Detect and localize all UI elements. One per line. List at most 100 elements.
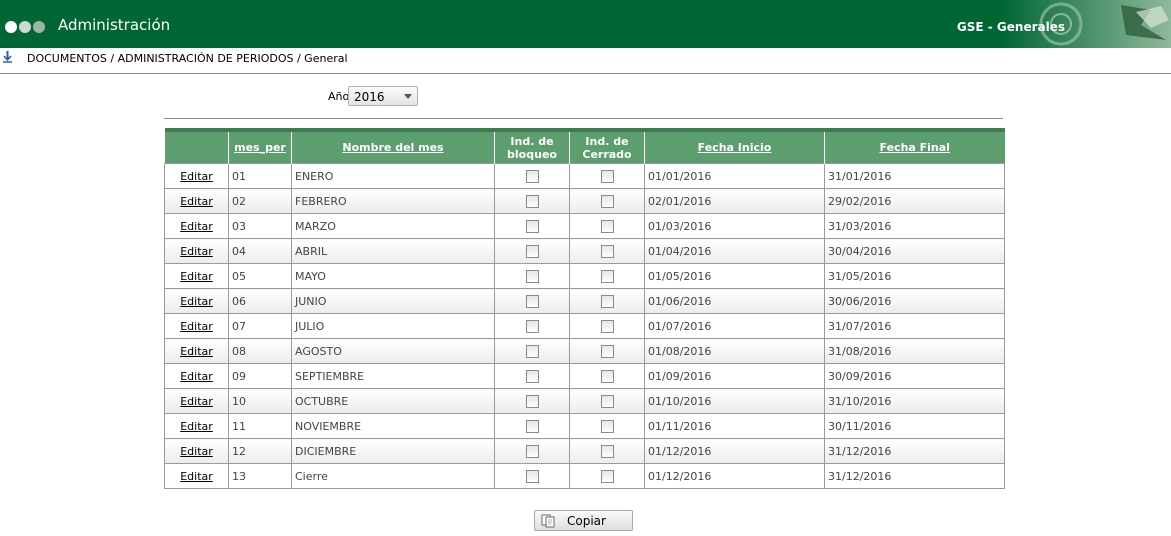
edit-link[interactable]: Editar <box>180 445 213 458</box>
bloqueo-checkbox[interactable] <box>525 419 539 433</box>
header-line: Ind. de <box>585 134 629 148</box>
cell-fecha-inicio: 01/12/2016 <box>644 438 825 464</box>
cerrado-checkbox[interactable] <box>600 469 614 483</box>
table-row: Editar 06 JUNIO 01/06/2016 30/06/2016 <box>164 288 1005 314</box>
column-header-mes-per[interactable]: mes_per <box>228 128 292 164</box>
edit-link[interactable]: Editar <box>180 170 213 183</box>
cerrado-checkbox[interactable] <box>600 244 614 258</box>
edit-link[interactable]: Editar <box>180 195 213 208</box>
cell-edit: Editar <box>164 438 229 464</box>
cerrado-checkbox[interactable] <box>600 169 614 183</box>
copy-button[interactable]: Copiar <box>534 510 633 531</box>
cell-fecha-final: 29/02/2016 <box>824 188 1005 214</box>
cell-nombre: OCTUBRE <box>291 388 495 414</box>
sort-link-fecha-inicio[interactable]: Fecha Inicio <box>698 141 772 154</box>
cell-ind-cerrado <box>569 413 645 439</box>
column-header-actions <box>164 128 229 164</box>
cerrado-checkbox[interactable] <box>600 444 614 458</box>
year-select[interactable]: 2016 <box>348 86 418 106</box>
table-row: Editar 11 NOVIEMBRE 01/11/2016 30/11/2016 <box>164 413 1005 439</box>
cerrado-checkbox[interactable] <box>600 319 614 333</box>
edit-link[interactable]: Editar <box>180 420 213 433</box>
edit-link[interactable]: Editar <box>180 270 213 283</box>
cell-edit: Editar <box>164 238 229 264</box>
cerrado-checkbox[interactable] <box>600 419 614 433</box>
bloqueo-checkbox[interactable] <box>525 194 539 208</box>
cell-mes-per: 07 <box>228 313 292 339</box>
cell-mes-per: 10 <box>228 388 292 414</box>
bloqueo-checkbox[interactable] <box>525 244 539 258</box>
bloqueo-checkbox[interactable] <box>525 444 539 458</box>
cell-fecha-final: 31/03/2016 <box>824 213 1005 239</box>
cell-ind-bloqueo <box>494 163 570 189</box>
bloqueo-checkbox[interactable] <box>525 344 539 358</box>
bloqueo-checkbox[interactable] <box>525 394 539 408</box>
edit-link[interactable]: Editar <box>180 470 213 483</box>
table-body: Editar 01 ENERO 01/01/2016 31/01/2016 Editar 0… <box>164 163 1005 489</box>
cerrado-checkbox[interactable] <box>600 344 614 358</box>
cell-fecha-final: 30/06/2016 <box>824 288 1005 314</box>
dot-icon <box>5 21 17 33</box>
cerrado-checkbox[interactable] <box>600 219 614 233</box>
column-header-fecha-final[interactable]: Fecha Final <box>824 128 1005 164</box>
cell-mes-per: 12 <box>228 438 292 464</box>
cell-mes-per: 06 <box>228 288 292 314</box>
edit-link[interactable]: Editar <box>180 345 213 358</box>
copy-documents-icon <box>541 514 555 528</box>
cell-fecha-inicio: 01/03/2016 <box>644 213 825 239</box>
divider <box>164 118 1003 119</box>
cell-ind-cerrado <box>569 213 645 239</box>
edit-link[interactable]: Editar <box>180 295 213 308</box>
bloqueo-checkbox[interactable] <box>525 169 539 183</box>
cell-fecha-inicio: 01/07/2016 <box>644 313 825 339</box>
bloqueo-checkbox[interactable] <box>525 294 539 308</box>
bloqueo-checkbox[interactable] <box>525 269 539 283</box>
sort-link-mes-per[interactable]: mes_per <box>234 141 286 154</box>
table-row: Editar 09 SEPTIEMBRE 01/09/2016 30/09/2016 <box>164 363 1005 389</box>
column-header-fecha-inicio[interactable]: Fecha Inicio <box>644 128 825 164</box>
bloqueo-checkbox[interactable] <box>525 469 539 483</box>
cell-nombre: AGOSTO <box>291 338 495 364</box>
edit-link[interactable]: Editar <box>180 395 213 408</box>
column-header-nombre[interactable]: Nombre del mes <box>291 128 495 164</box>
cell-fecha-inicio: 01/08/2016 <box>644 338 825 364</box>
breadcrumb-path: DOCUMENTOS / ADMINISTRACIÓN DE PERIODOS … <box>27 52 348 65</box>
cell-mes-per: 09 <box>228 363 292 389</box>
cell-ind-bloqueo <box>494 363 570 389</box>
bloqueo-checkbox[interactable] <box>525 219 539 233</box>
cell-nombre: ABRIL <box>291 238 495 264</box>
bloqueo-checkbox[interactable] <box>525 369 539 383</box>
cell-mes-per: 02 <box>228 188 292 214</box>
edit-link[interactable]: Editar <box>180 370 213 383</box>
cell-mes-per: 01 <box>228 163 292 189</box>
cell-ind-bloqueo <box>494 413 570 439</box>
column-header-ind-bloqueo: Ind. de bloqueo <box>494 128 570 164</box>
cerrado-checkbox[interactable] <box>600 369 614 383</box>
table-row: Editar 03 MARZO 01/03/2016 31/03/2016 <box>164 213 1005 239</box>
edit-link[interactable]: Editar <box>180 220 213 233</box>
cell-edit: Editar <box>164 313 229 339</box>
sort-link-nombre[interactable]: Nombre del mes <box>342 141 443 154</box>
cell-edit: Editar <box>164 263 229 289</box>
table-row: Editar 10 OCTUBRE 01/10/2016 31/10/2016 <box>164 388 1005 414</box>
cell-fecha-final: 31/05/2016 <box>824 263 1005 289</box>
edit-link[interactable]: Editar <box>180 320 213 333</box>
table-row: Editar 05 MAYO 01/05/2016 31/05/2016 <box>164 263 1005 289</box>
info-download-icon[interactable] <box>2 51 13 63</box>
cell-mes-per: 08 <box>228 338 292 364</box>
bloqueo-checkbox[interactable] <box>525 319 539 333</box>
cerrado-checkbox[interactable] <box>600 394 614 408</box>
cell-edit: Editar <box>164 188 229 214</box>
cell-fecha-inicio: 02/01/2016 <box>644 188 825 214</box>
cell-fecha-inicio: 01/05/2016 <box>644 263 825 289</box>
sort-link-fecha-final[interactable]: Fecha Final <box>880 141 950 154</box>
cerrado-checkbox[interactable] <box>600 269 614 283</box>
cell-edit: Editar <box>164 388 229 414</box>
periods-table: mes_per Nombre del mes Ind. de bloqueo In… <box>164 128 1005 489</box>
edit-link[interactable]: Editar <box>180 245 213 258</box>
cell-fecha-inicio: 01/06/2016 <box>644 288 825 314</box>
cell-ind-cerrado <box>569 313 645 339</box>
cerrado-checkbox[interactable] <box>600 294 614 308</box>
table-row: Editar 07 JULIO 01/07/2016 31/07/2016 <box>164 313 1005 339</box>
cerrado-checkbox[interactable] <box>600 194 614 208</box>
